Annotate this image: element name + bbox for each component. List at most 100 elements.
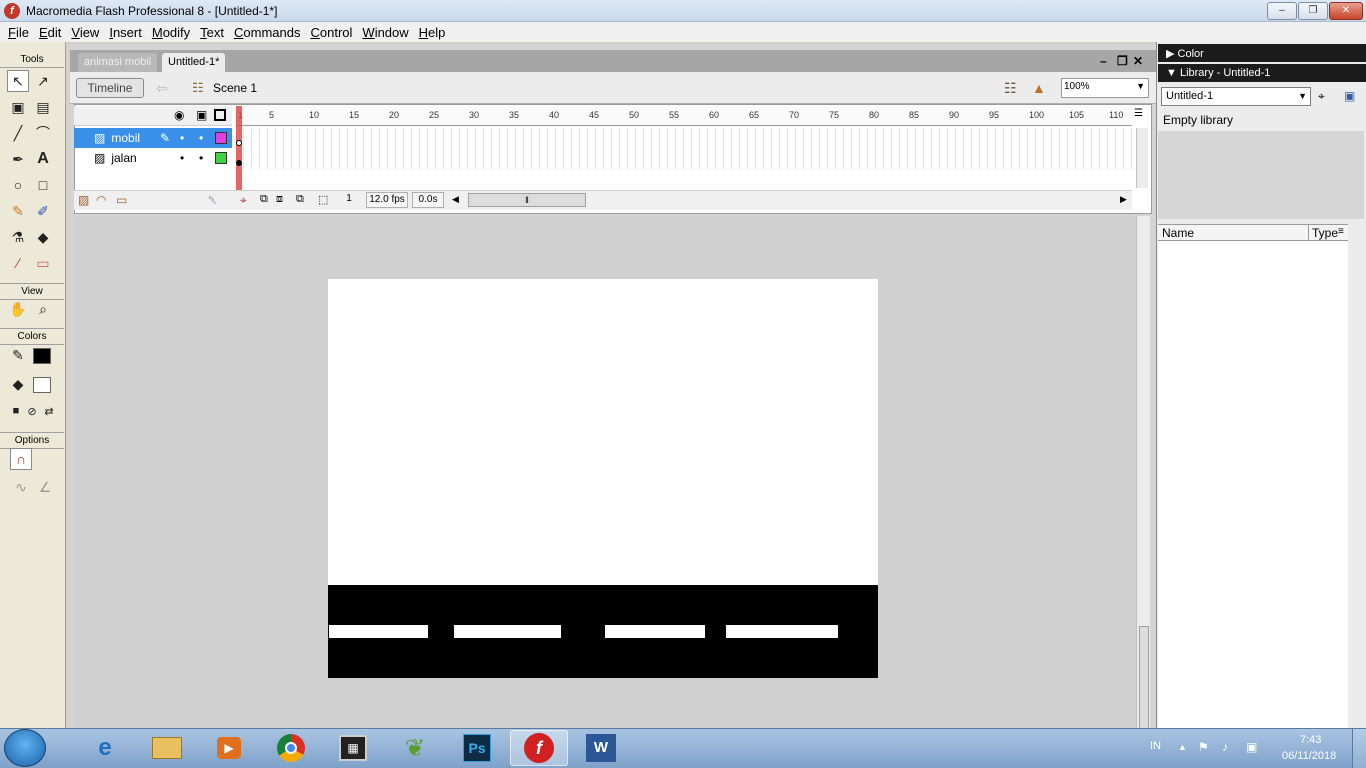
zoom-select[interactable]: 100% ▼ (1061, 78, 1149, 98)
straighten-icon[interactable]: ∠ (34, 476, 56, 498)
onion-outline-icon[interactable]: ⧈ (276, 193, 283, 206)
swap-colors-icon[interactable]: ⇄ (38, 400, 60, 422)
menu-modify[interactable]: Modify (148, 25, 194, 40)
lasso-tool-icon[interactable]: ⌒ (32, 122, 54, 144)
text-tool-icon[interactable]: A (32, 148, 54, 170)
lock-icon[interactable]: ▣ (196, 108, 207, 122)
menu-text[interactable]: Text (196, 25, 228, 40)
timeline-hscroll-thumb[interactable]: ‖ (468, 193, 586, 207)
keyframe-jalan[interactable] (236, 160, 242, 166)
scroll-right-icon[interactable]: ▶ (1120, 194, 1127, 205)
pen-tool-icon[interactable]: ✒ (7, 148, 29, 170)
delete-layer-icon[interactable]: ␡ (208, 193, 218, 208)
subselection-tool-icon[interactable]: ↗ (32, 70, 54, 92)
stroke-color-swatch[interactable] (33, 348, 51, 364)
layer-row-mobil[interactable]: ▨ mobil ✎ • • (74, 128, 232, 148)
action-center-icon[interactable]: ⚑ (1198, 740, 1209, 754)
frame-grid[interactable] (236, 128, 1132, 170)
zoom-tool-icon[interactable]: ⌕ (32, 298, 54, 320)
show-desktop-button[interactable] (1352, 729, 1366, 768)
visibility-dot[interactable]: • (180, 131, 184, 145)
stage-vscroll[interactable] (1136, 216, 1150, 764)
smooth-icon[interactable]: ∿ (10, 476, 32, 498)
doc-restore-icon[interactable]: ❐ (1117, 54, 1128, 68)
insert-layer-icon[interactable]: ▨ (78, 193, 89, 207)
tab-animasi-mobil[interactable]: animasi mobil (78, 53, 158, 72)
restore-button[interactable]: ❐ (1298, 2, 1328, 20)
chrome-icon[interactable] (262, 730, 320, 766)
menu-help[interactable]: Help (415, 25, 450, 40)
playhead[interactable] (236, 106, 242, 190)
flash-app-icon[interactable]: f (4, 3, 20, 19)
onion-skin-icon[interactable]: ⧉ (260, 193, 268, 206)
column-name[interactable]: Name (1162, 226, 1194, 240)
oval-tool-icon[interactable]: ○ (7, 174, 29, 196)
internet-explorer-icon[interactable]: e (76, 730, 134, 766)
frame-rate[interactable]: 12.0 fps (366, 192, 408, 208)
photoshop-icon[interactable]: Ps (448, 730, 506, 766)
eraser-tool-icon[interactable]: ▭ (32, 252, 54, 274)
fill-color-swatch[interactable] (33, 377, 51, 393)
edit-symbols-icon[interactable]: ▲ (1032, 80, 1046, 96)
eye-icon[interactable]: ◉ (174, 108, 184, 122)
eyedropper-tool-icon[interactable]: ∕ (7, 252, 29, 274)
layer-row-jalan[interactable]: ▨ jalan • • (74, 148, 232, 168)
timeline-toggle-button[interactable]: Timeline (76, 78, 144, 98)
doc-minimize-icon[interactable]: – (1100, 54, 1107, 68)
file-explorer-icon[interactable] (138, 730, 196, 766)
line-tool-icon[interactable]: ╱ (7, 122, 29, 144)
menu-window[interactable]: Window (358, 25, 412, 40)
library-panel-header[interactable]: ▼ Library - Untitled-1 (1158, 64, 1366, 82)
volume-icon[interactable]: ♪ (1222, 740, 1228, 754)
network-icon[interactable]: ▣ (1246, 740, 1257, 754)
modify-onion-markers-icon[interactable]: ⬚ (318, 193, 328, 206)
pencil-tool-icon[interactable]: ✎ (7, 200, 29, 222)
clock-time[interactable]: 7:43 (1300, 734, 1321, 746)
new-library-panel-icon[interactable]: ▣ (1344, 89, 1355, 103)
color-panel-header[interactable]: ▶ Color (1158, 44, 1366, 62)
edit-scene-icon[interactable]: ☷ (1004, 80, 1017, 97)
edit-multiple-frames-icon[interactable]: ⧉ (296, 193, 304, 206)
brush-tool-icon[interactable]: ✐ (32, 200, 54, 222)
frame-ruler[interactable]: 1510152025303540455055606570758085909510… (236, 106, 1132, 126)
selection-tool-icon[interactable]: ↖ (7, 70, 29, 92)
hand-tool-icon[interactable]: ✋ (7, 298, 29, 320)
outline-icon[interactable] (214, 109, 226, 121)
library-vscroll[interactable] (1350, 242, 1364, 728)
close-button[interactable]: ✕ (1329, 2, 1363, 20)
ink-bottle-tool-icon[interactable]: ⚗ (7, 226, 29, 248)
add-motion-guide-icon[interactable]: ◠ (96, 193, 106, 207)
start-button[interactable] (4, 729, 46, 767)
lock-dot[interactable]: • (199, 131, 203, 145)
flash-taskbar-icon[interactable]: f (510, 730, 568, 766)
insert-folder-icon[interactable]: ▭ (116, 193, 127, 207)
library-list[interactable] (1158, 241, 1348, 728)
library-document-select[interactable]: Untitled-1 ▼ (1161, 87, 1311, 106)
word-icon[interactable]: W (572, 730, 630, 766)
scroll-left-icon[interactable]: ◀ (452, 194, 459, 205)
free-transform-tool-icon[interactable]: ▣ (7, 96, 29, 118)
paint-bucket-tool-icon[interactable]: ◆ (32, 226, 54, 248)
menu-commands[interactable]: Commands (230, 25, 304, 40)
outline-color-swatch[interactable] (215, 132, 227, 144)
sort-icon[interactable]: ≡ (1338, 226, 1344, 237)
lane-marking[interactable] (329, 625, 428, 638)
column-type[interactable]: Type (1312, 226, 1338, 240)
timeline-vscroll[interactable] (1136, 128, 1148, 188)
visibility-dot[interactable]: • (180, 151, 184, 165)
gradient-transform-tool-icon[interactable]: ▤ (32, 96, 54, 118)
corel-icon[interactable]: ❦ (386, 730, 444, 766)
media-player-icon[interactable]: ▶ (200, 730, 258, 766)
menu-edit[interactable]: Edit (35, 25, 65, 40)
back-arrow-icon[interactable]: ⇦ (156, 80, 168, 97)
lane-marking[interactable] (726, 625, 838, 638)
keyframe-mobil[interactable] (236, 140, 242, 146)
snap-magnet-icon[interactable]: ∩ (10, 448, 32, 470)
menu-control[interactable]: Control (306, 25, 356, 40)
doc-close-icon[interactable]: ✕ (1133, 54, 1143, 68)
show-hidden-icons-icon[interactable]: ▲ (1178, 742, 1187, 752)
timeline-menu-icon[interactable]: ☰ (1134, 108, 1143, 119)
lock-dot[interactable]: • (199, 151, 203, 165)
outline-color-swatch[interactable] (215, 152, 227, 164)
language-indicator[interactable]: IN (1150, 740, 1161, 752)
